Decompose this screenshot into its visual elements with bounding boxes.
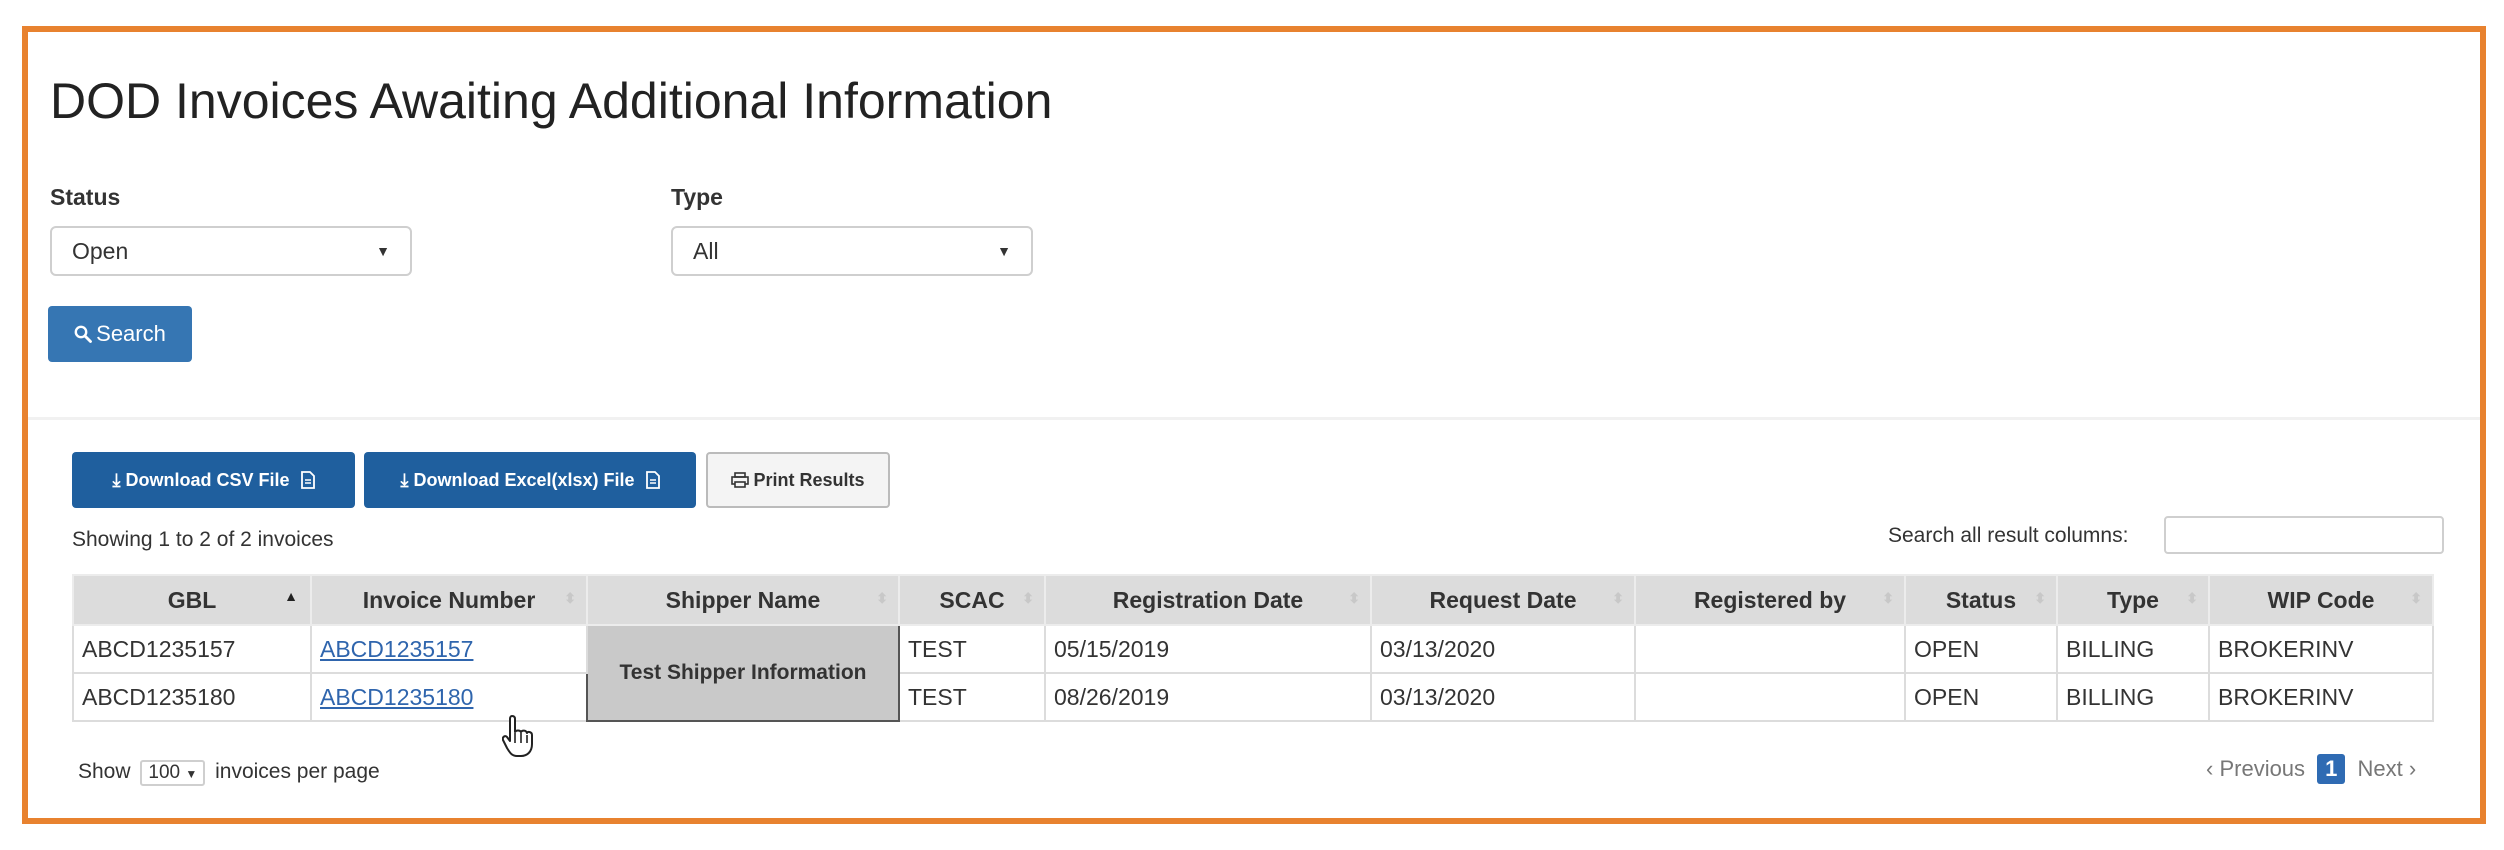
col-header-shipper-name[interactable]: Shipper Name ⬍ (586, 574, 900, 626)
page-size-select[interactable]: 100 ▼ (140, 760, 206, 786)
sort-icon: ⬍ (2034, 590, 2046, 606)
file-icon (300, 471, 315, 489)
type-filter-label: Type (671, 184, 723, 210)
cell-registered-by (1634, 672, 1906, 722)
invoices-table: GBL ▲ Invoice Number ⬍ Shipper Name ⬍ SCAC ⬍… (72, 574, 2434, 722)
sort-icon: ⬍ (1882, 590, 1894, 606)
download-csv-label: Download CSV File (125, 470, 290, 490)
sort-icon: ⬍ (1612, 590, 1624, 606)
cell-type: BILLING (2056, 672, 2210, 722)
app-frame: DOD Invoices Awaiting Additional Informa… (22, 26, 2486, 824)
pagination: ‹ Previous 1 Next › (2206, 754, 2416, 784)
sort-icon: ⬍ (2186, 590, 2198, 606)
status-select[interactable]: Open ▼ (50, 226, 412, 276)
col-header-registration-date[interactable]: Registration Date ⬍ (1044, 574, 1372, 626)
current-page-button[interactable]: 1 (2317, 754, 2346, 784)
hand-cursor-icon (502, 715, 533, 757)
printer-icon (731, 472, 750, 488)
cell-status: OPEN (1904, 672, 2058, 722)
cell-scac: TEST (898, 624, 1046, 674)
col-header-scac[interactable]: SCAC ⬍ (898, 574, 1046, 626)
sort-icon: ⬍ (876, 590, 888, 606)
section-divider (28, 417, 2480, 420)
cell-gbl: ABCD1235157 (72, 624, 312, 674)
col-header-type[interactable]: Type ⬍ (2056, 574, 2210, 626)
print-results-button[interactable]: Print Results (706, 452, 890, 508)
sort-icon: ⬍ (564, 590, 576, 606)
download-excel-label: Download Excel(xlsx) File (413, 470, 635, 490)
previous-page-link[interactable]: Previous (2219, 756, 2305, 781)
chevron-down-icon: ▼ (185, 767, 198, 781)
sort-icon: ⬍ (2410, 590, 2422, 606)
sort-icon: ⬍ (1022, 590, 1034, 606)
cell-invoice-number: ABCD1235180 (310, 672, 588, 722)
invoice-link[interactable]: ABCD1235157 (320, 636, 473, 662)
page-title: DOD Invoices Awaiting Additional Informa… (50, 73, 1053, 129)
col-header-status[interactable]: Status ⬍ (1904, 574, 2058, 626)
col-header-registered-by[interactable]: Registered by ⬍ (1634, 574, 1906, 626)
download-excel-button[interactable]: ⤓ Download Excel(xlsx) File (364, 452, 696, 508)
cell-scac: TEST (898, 672, 1046, 722)
cell-type: BILLING (2056, 624, 2210, 674)
chevron-down-icon: ▼ (376, 243, 390, 259)
cell-invoice-number: ABCD1235157 (310, 624, 588, 674)
next-page-link[interactable]: Next (2358, 756, 2403, 781)
cell-wip-code: BROKERINV (2208, 624, 2434, 674)
type-select-value: All (693, 238, 719, 264)
cell-status: OPEN (1904, 624, 2058, 674)
invoice-link[interactable]: ABCD1235180 (320, 684, 473, 710)
cell-registration-date: 08/26/2019 (1044, 672, 1372, 722)
chevron-left-icon: ‹ (2206, 756, 2214, 781)
search-all-label: Search all result columns: (1888, 524, 2129, 547)
table-row: ABCD1235180 ABCD1235180 TEST 08/26/2019 … (72, 672, 2434, 722)
type-select[interactable]: All ▼ (671, 226, 1033, 276)
page-size-control: Show 100 ▼ invoices per page (78, 760, 380, 786)
sort-icon: ⬍ (1348, 590, 1360, 606)
download-icon: ⤓ (112, 470, 121, 490)
col-header-gbl[interactable]: GBL ▲ (72, 574, 312, 626)
col-header-request-date[interactable]: Request Date ⬍ (1370, 574, 1636, 626)
chevron-down-icon: ▼ (997, 243, 1011, 259)
search-button-label: Search (96, 321, 166, 346)
download-icon: ⤓ (400, 470, 409, 490)
search-all-input[interactable] (2164, 516, 2444, 554)
print-results-label: Print Results (753, 470, 865, 490)
col-header-wip-code[interactable]: WIP Code ⬍ (2208, 574, 2434, 626)
status-filter-label: Status (50, 184, 121, 210)
status-select-value: Open (72, 238, 129, 264)
col-header-invoice-number[interactable]: Invoice Number ⬍ (310, 574, 588, 626)
cell-gbl: ABCD1235180 (72, 672, 312, 722)
table-row: ABCD1235157 ABCD1235157 Test Shipper Inf… (72, 624, 2434, 722)
chevron-right-icon: › (2408, 756, 2417, 781)
search-icon (74, 325, 93, 343)
file-icon (645, 471, 660, 489)
cell-registered-by (1634, 624, 1906, 674)
show-label: Show (78, 760, 131, 783)
cell-shipper-name: Test Shipper Information (586, 624, 900, 722)
page-size-value: 100 (148, 762, 181, 783)
download-csv-button[interactable]: ⤓ Download CSV File (72, 452, 355, 508)
table-header-row: GBL ▲ Invoice Number ⬍ Shipper Name ⬍ SCAC ⬍… (72, 574, 2434, 626)
cell-registration-date: 05/15/2019 (1044, 624, 1372, 674)
cell-request-date: 03/13/2020 (1370, 672, 1636, 722)
per-page-suffix: invoices per page (215, 760, 380, 783)
cell-request-date: 03/13/2020 (1370, 624, 1636, 674)
results-summary: Showing 1 to 2 of 2 invoices (72, 528, 334, 551)
sort-asc-icon: ▲ (284, 588, 298, 604)
cell-wip-code: BROKERINV (2208, 672, 2434, 722)
search-button[interactable]: Search (48, 306, 192, 362)
